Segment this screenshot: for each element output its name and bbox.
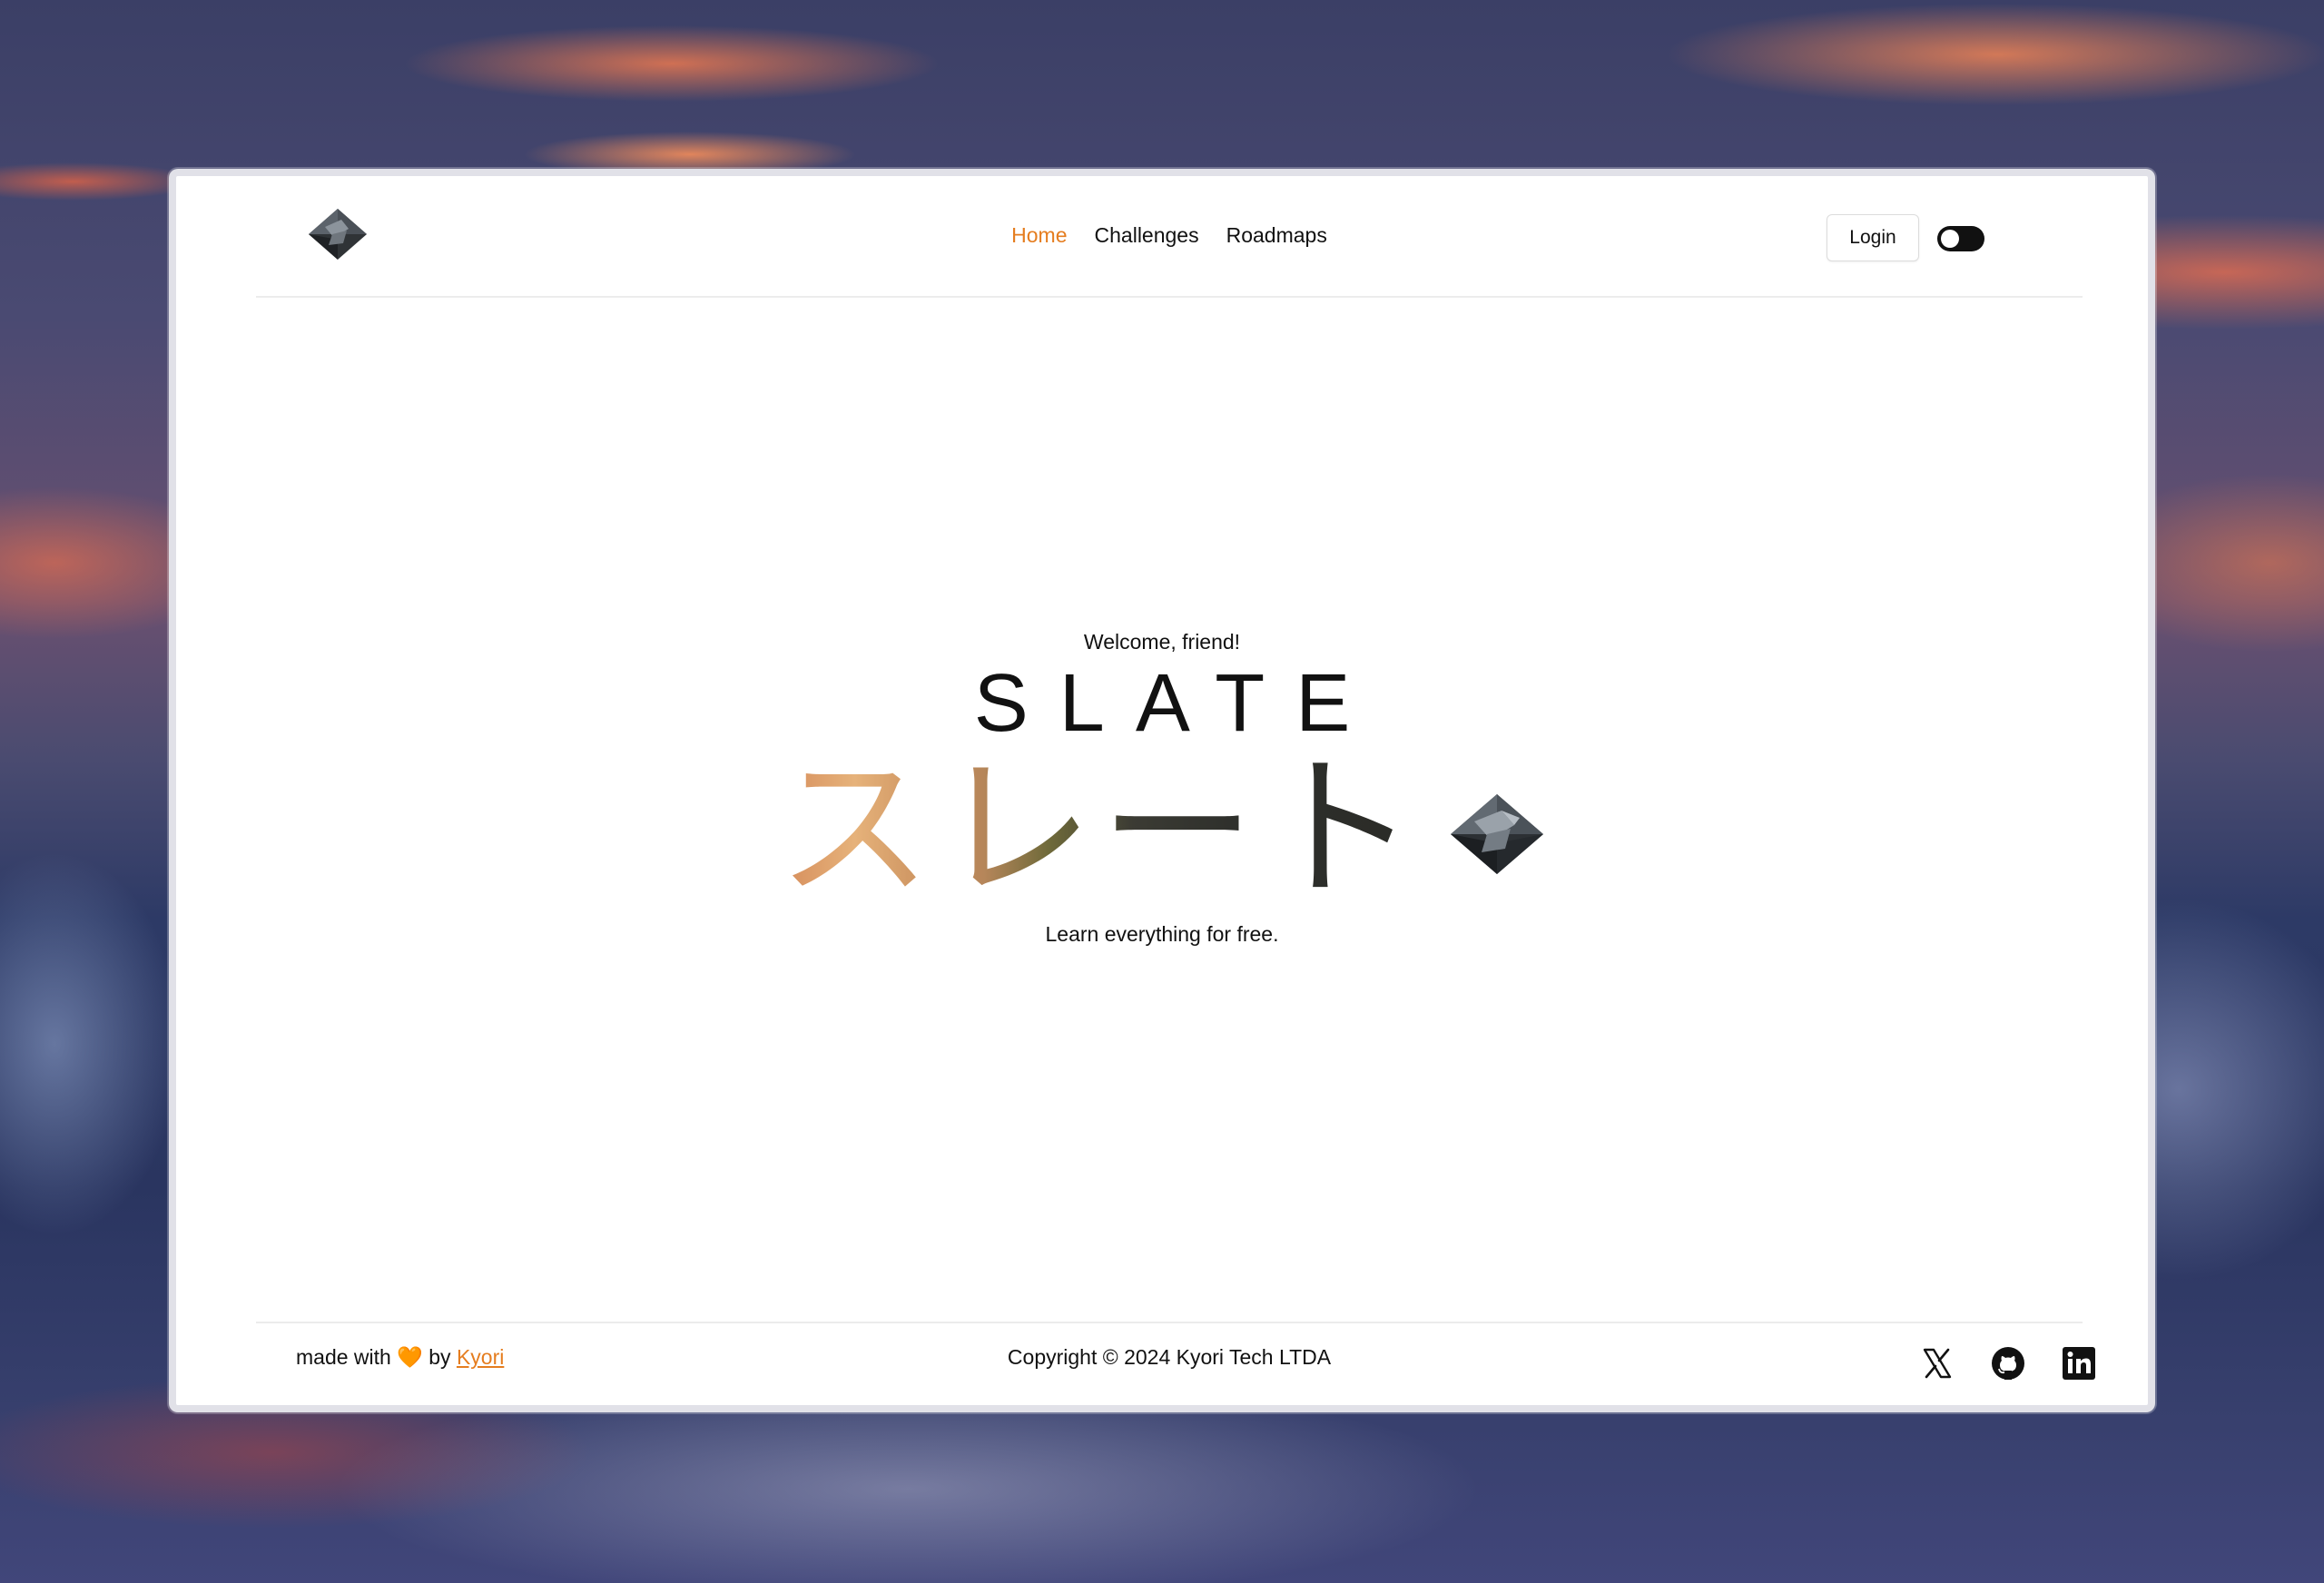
- hero-tagline: Learn everything for free.: [1045, 922, 1279, 946]
- hero-japanese-title: スレート: [776, 740, 1423, 919]
- welcome-text: Welcome, friend!: [1083, 630, 1241, 654]
- hero-title: SLATE: [973, 658, 1382, 749]
- slate-gem-icon: [1451, 794, 1543, 874]
- toggle-knob: [1941, 230, 1959, 248]
- app-window: Home Challenges Roadmaps Login Welcome, …: [169, 169, 2155, 1412]
- hero-japanese-row: スレート: [176, 739, 2148, 920]
- top-navbar: Home Challenges Roadmaps Login: [256, 176, 2083, 298]
- copyright-text: Copyright © 2024 Kyori Tech LTDA: [1007, 1345, 1332, 1369]
- nav-roadmaps[interactable]: Roadmaps: [1226, 223, 1327, 248]
- linkedin-icon[interactable]: [2061, 1345, 2097, 1381]
- dark-mode-toggle[interactable]: [1937, 226, 1984, 251]
- main-nav: Home Challenges Roadmaps: [256, 223, 2083, 248]
- nav-home[interactable]: Home: [1011, 223, 1067, 248]
- nav-challenges[interactable]: Challenges: [1095, 223, 1199, 248]
- login-button[interactable]: Login: [1827, 214, 1919, 261]
- x-icon[interactable]: [1919, 1345, 1955, 1381]
- page-footer: made with 🧡 by Kyori Copyright © 2024 Ky…: [256, 1322, 2095, 1412]
- github-icon[interactable]: [1990, 1345, 2026, 1381]
- social-links: [1919, 1345, 2097, 1381]
